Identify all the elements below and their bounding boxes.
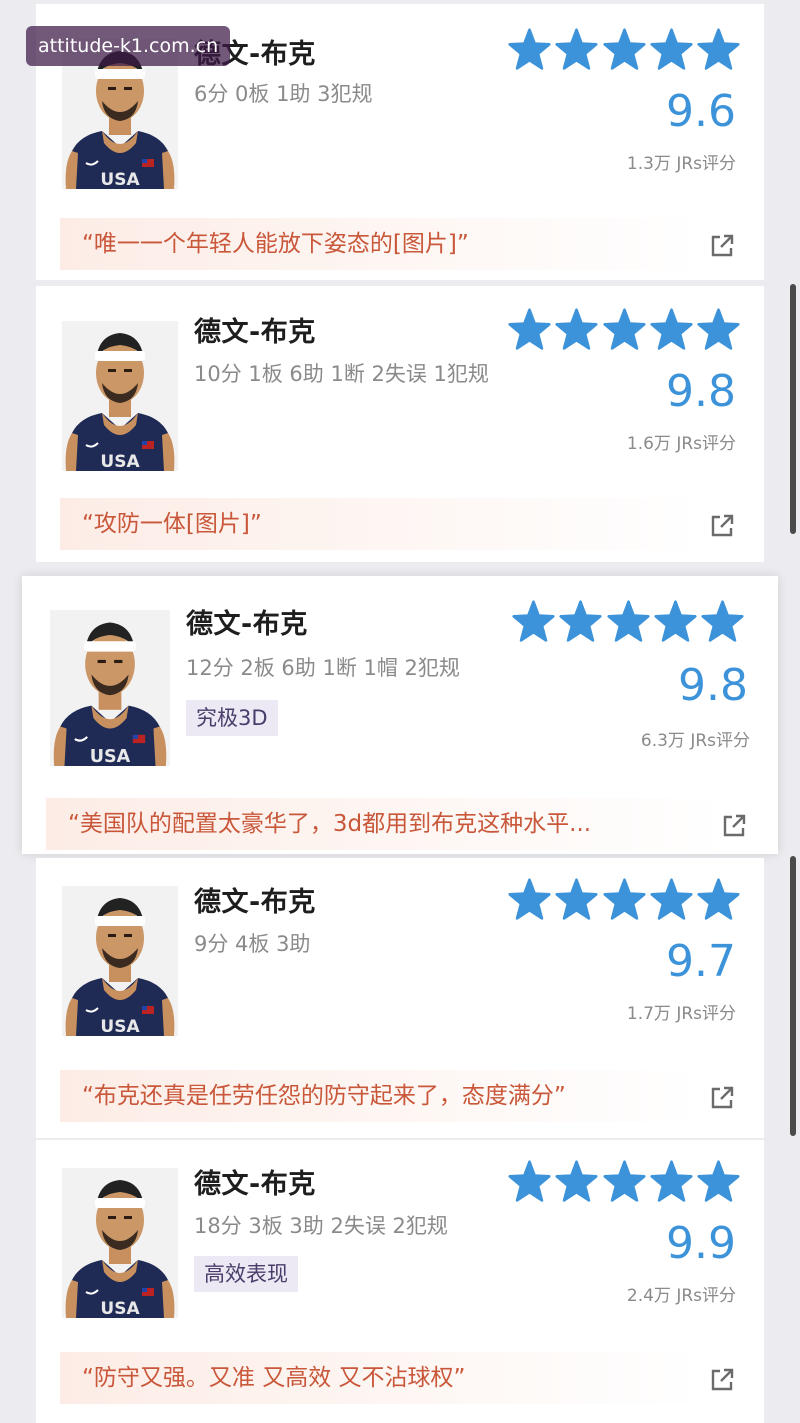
star-icon — [555, 1160, 598, 1202]
player-stats: 10分 1板 6助 1断 2失误 1犯规 — [194, 362, 489, 386]
star-icon — [602, 308, 646, 350]
star-rating — [508, 28, 740, 72]
player-name: 德文-布克 — [194, 317, 316, 348]
top-comment[interactable]: “防守又强。又准 又高效 又不沾球权” — [60, 1352, 704, 1404]
top-comment[interactable]: “布克还真是任劳任怨的防守起来了，态度满分” — [60, 1070, 704, 1122]
star-icon — [602, 1160, 646, 1202]
rating-count: 2.4万 JRs评分 — [626, 1286, 736, 1306]
rating-count: 1.3万 JRs评分 — [626, 154, 736, 174]
top-comment[interactable]: “美国队的配置太豪华了，3d都用到布克这种水平... — [46, 798, 730, 850]
star-icon — [508, 1160, 551, 1202]
svg-text:USA: USA — [90, 747, 131, 766]
star-icon — [508, 308, 551, 350]
share-external-icon[interactable] — [720, 812, 748, 840]
player-tag: 高效表现 — [194, 1256, 298, 1292]
player-avatar: USA — [62, 1168, 178, 1318]
rating-count: 6.3万 JRs评分 — [640, 731, 750, 751]
player-stats: 9分 4板 3助 — [194, 932, 311, 956]
player-avatar: USA — [62, 886, 178, 1036]
rating-card[interactable]: USA 德文-布克 9分 4板 3助 9.7 1.7万 JRs评分 “布克还真是… — [36, 858, 764, 1138]
rating-card[interactable]: USA 德文-布克 18分 3板 3助 2失误 2犯规 高效表现 9.9 2.4… — [36, 1140, 764, 1423]
rating-count: 1.7万 JRs评分 — [626, 1004, 736, 1024]
rating-score: 9.9 — [666, 1218, 736, 1269]
share-external-icon[interactable] — [708, 1084, 736, 1112]
player-name: 德文-布克 — [194, 1169, 316, 1200]
svg-text:USA: USA — [100, 1017, 140, 1036]
top-comment[interactable]: “唯一一个年轻人能放下姿态的[图片]” — [60, 218, 704, 270]
svg-text:USA: USA — [100, 170, 140, 189]
player-stats: 12分 2板 6助 1断 1帽 2犯规 — [186, 656, 460, 680]
star-icon — [650, 28, 693, 70]
rating-card[interactable]: USA 德文-布克 10分 1板 6助 1断 2失误 1犯规 9.8 1.6万 … — [36, 286, 764, 562]
rating-count: 1.6万 JRs评分 — [626, 434, 736, 454]
star-rating — [508, 878, 740, 922]
svg-text:USA: USA — [100, 1299, 140, 1318]
watermark: attitude-k1.com.cn — [26, 26, 231, 66]
star-icon — [697, 1160, 740, 1202]
share-external-icon[interactable] — [708, 512, 736, 540]
scrollbar[interactable] — [790, 856, 796, 1136]
star-icon — [512, 600, 555, 642]
star-rating — [508, 308, 740, 352]
player-avatar: USA — [62, 321, 178, 471]
star-icon — [606, 600, 650, 642]
player-stats: 6分 0板 1助 3犯规 — [194, 82, 373, 106]
top-comment[interactable]: “攻防一体[图片]” — [60, 498, 704, 550]
star-icon — [555, 28, 598, 70]
star-rating — [508, 1160, 740, 1204]
svg-text:USA: USA — [100, 452, 140, 471]
star-icon — [654, 600, 697, 642]
star-icon — [697, 878, 740, 920]
player-name: 德文-布克 — [186, 609, 308, 640]
scrollbar[interactable] — [790, 284, 796, 534]
star-icon — [508, 878, 551, 920]
share-external-icon[interactable] — [708, 1366, 736, 1394]
rating-score: 9.7 — [666, 936, 736, 987]
player-tag: 究极3D — [186, 700, 278, 736]
rating-score: 9.8 — [678, 660, 748, 711]
star-icon — [602, 28, 646, 70]
player-stats: 18分 3板 3助 2失误 2犯规 — [194, 1214, 448, 1238]
star-icon — [555, 878, 598, 920]
player-avatar: USA — [50, 610, 170, 766]
rating-score: 9.6 — [666, 86, 736, 137]
star-icon — [650, 878, 693, 920]
star-icon — [697, 28, 740, 70]
player-name: 德文-布克 — [194, 887, 316, 918]
star-rating — [512, 600, 744, 644]
star-icon — [559, 600, 602, 642]
star-icon — [650, 1160, 693, 1202]
share-external-icon[interactable] — [708, 232, 736, 260]
rating-score: 9.8 — [666, 366, 736, 417]
star-icon — [508, 28, 551, 70]
star-icon — [701, 600, 744, 642]
rating-card[interactable]: USA 德文-布克 12分 2板 6助 1断 1帽 2犯规 究极3D 9.8 6… — [22, 576, 778, 854]
star-icon — [555, 308, 598, 350]
star-icon — [650, 308, 693, 350]
star-icon — [602, 878, 646, 920]
star-icon — [697, 308, 740, 350]
